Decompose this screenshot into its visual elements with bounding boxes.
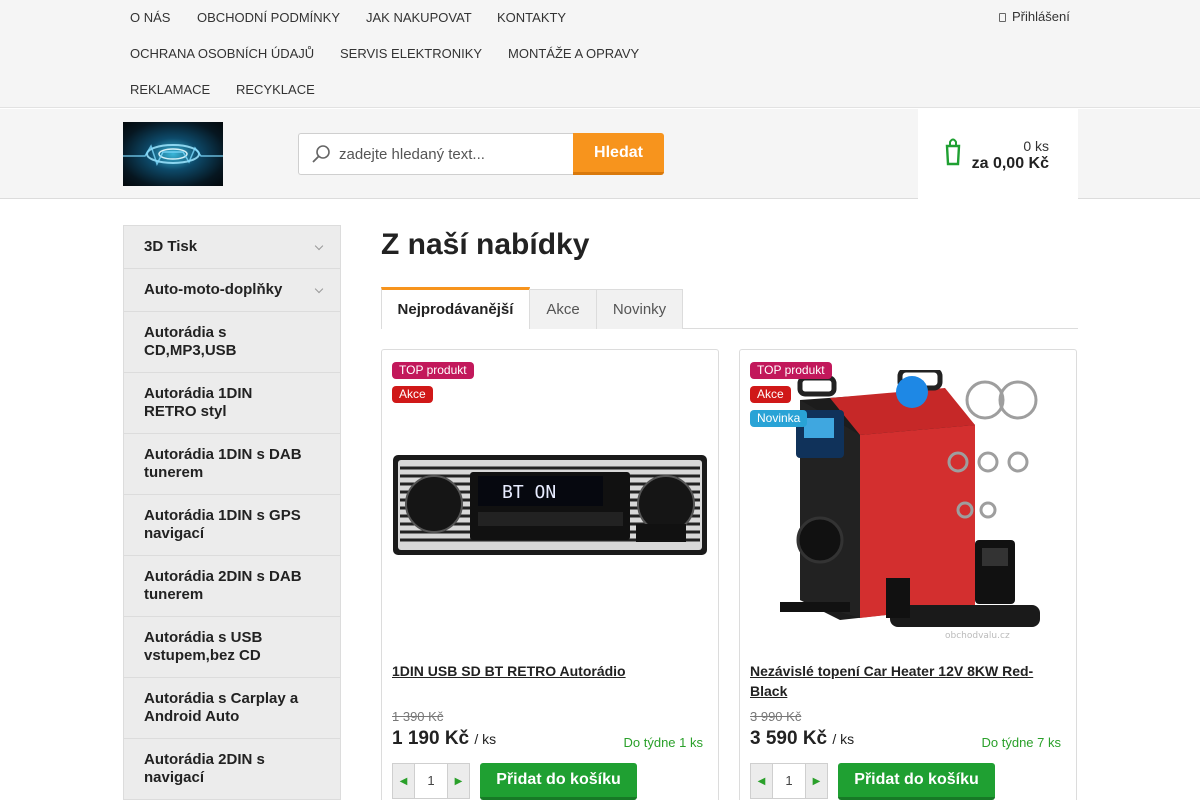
product-image[interactable]: BT ON <box>392 454 708 556</box>
category-autoradia-usb-bez-cd[interactable]: Autorádia s USB vstupem,bez CD <box>124 617 340 678</box>
nav-link-kontakty[interactable]: KONTAKTY <box>497 10 566 25</box>
category-label: 3D Tisk <box>144 238 198 255</box>
tab-akce[interactable]: Akce <box>529 289 597 329</box>
category-autoradia-2din-navigace[interactable]: Autorádia 2DIN s navigací <box>124 739 340 800</box>
nav-link-ochrana-udaju[interactable]: OCHRANA OSOBNÍCH ÚDAJŮ <box>130 46 314 61</box>
category-label: Autorádia s Carplay a Android Auto <box>144 690 299 725</box>
chevron-down-icon <box>314 241 324 251</box>
category-sidebar: 3D Tisk Auto-moto-doplňky Autorádia s CD… <box>123 225 341 800</box>
nav-link-recyklace[interactable]: RECYKLACE <box>236 82 315 97</box>
search-icon <box>312 145 330 163</box>
badge-top-produkt: TOP produkt <box>392 362 474 379</box>
badge-top-produkt: TOP produkt <box>750 362 832 379</box>
quantity-decrease-button[interactable]: ◀ <box>751 764 773 798</box>
quantity-stepper: ◀ 1 ▶ <box>750 763 828 799</box>
category-autoradia-1din-dab[interactable]: Autorádia 1DIN s DAB tunerem <box>124 434 340 495</box>
tab-nejprodavanejsi[interactable]: Nejprodávanější <box>381 287 530 329</box>
product-card: TOP produkt Akce BT ON 1DIN USB SD BT RE… <box>381 349 719 800</box>
site-logo[interactable] <box>123 122 223 186</box>
search-button[interactable]: Hledat <box>573 133 664 175</box>
logo-graphic <box>123 144 223 166</box>
quantity-input[interactable]: 1 <box>773 764 805 798</box>
quantity-increase-button[interactable]: ▶ <box>447 764 469 798</box>
cart-count: 0 ks <box>1023 138 1049 154</box>
search-form: Hledat <box>298 133 664 175</box>
quantity-stepper: ◀ 1 ▶ <box>392 763 470 799</box>
page-title: Z naší nabídky <box>381 228 590 261</box>
category-auto-moto-doplnky[interactable]: Auto-moto-doplňky <box>124 269 340 312</box>
tab-novinky[interactable]: Novinky <box>596 289 683 329</box>
nav-link-reklamace[interactable]: REKLAMACE <box>130 82 210 97</box>
category-autoradia-carplay[interactable]: Autorádia s Carplay a Android Auto <box>124 678 340 739</box>
login-link[interactable]: Přihlášení <box>999 9 1070 24</box>
old-price: 3 990 Kč <box>750 709 802 724</box>
add-to-cart-button[interactable]: Přidat do košíku <box>838 763 995 800</box>
category-label: Auto-moto-doplňky <box>144 281 283 298</box>
nav-link-montaze-opravy[interactable]: MONTÁŽE A OPRAVY <box>508 46 639 61</box>
old-price: 1 390 Kč <box>392 709 444 724</box>
badge-akce: Akce <box>392 386 433 403</box>
price: 1 190 Kč / ks <box>392 728 496 750</box>
search-input[interactable] <box>339 134 569 174</box>
chevron-down-icon <box>314 284 324 294</box>
badge-novinka: Novinka <box>750 410 808 427</box>
product-card: obchodvalu.cz TOP produkt Akce Novinka N… <box>739 349 1077 800</box>
category-autoradia-1din-retro[interactable]: Autorádia 1DIN RETRO styl <box>124 373 340 434</box>
product-tabs: Nejprodávanější Akce Novinky <box>381 287 1078 329</box>
price-value: 3 590 Kč <box>750 728 828 749</box>
nav-link-o-nas[interactable]: O NÁS <box>130 10 170 25</box>
badge-akce: Akce <box>750 386 791 403</box>
category-label: Autorádia 1DIN RETRO styl <box>144 385 253 420</box>
quantity-increase-button[interactable]: ▶ <box>805 764 827 798</box>
price: 3 590 Kč / ks <box>750 728 854 750</box>
cart-icon <box>945 138 961 166</box>
product-name-link[interactable]: Nezávislé topení Car Heater 12V 8KW Red-… <box>750 661 1060 701</box>
nav-link-jak-nakupovat[interactable]: JAK NAKUPOVAT <box>366 10 472 25</box>
site-header: Hledat 0 ks za 0,00 Kč <box>0 109 1200 199</box>
add-to-cart-button[interactable]: Přidat do košíku <box>480 763 637 800</box>
category-label: Autorádia 2DIN s DAB tunerem <box>144 568 302 603</box>
lock-icon <box>999 13 1006 22</box>
price-value: 1 190 Kč <box>392 728 470 749</box>
quantity-input[interactable]: 1 <box>415 764 447 798</box>
quantity-decrease-button[interactable]: ◀ <box>393 764 415 798</box>
cart-summary[interactable]: 0 ks za 0,00 Kč <box>918 109 1078 199</box>
nav-link-obchodni-podminky[interactable]: OBCHODNÍ PODMÍNKY <box>197 10 340 25</box>
category-autoradia-2din-dab[interactable]: Autorádia 2DIN s DAB tunerem <box>124 556 340 617</box>
stock-status: Do týdne 1 ks <box>623 735 704 750</box>
top-navigation-bar: O NÁS OBCHODNÍ PODMÍNKY JAK NAKUPOVAT KO… <box>0 0 1200 108</box>
category-label: Autorádia s CD,MP3,USB <box>144 324 237 359</box>
nav-link-servis-elektroniky[interactable]: SERVIS ELEKTRONIKY <box>340 46 482 61</box>
category-autoradia-1din-gps[interactable]: Autorádia 1DIN s GPS navigací <box>124 495 340 556</box>
stock-status: Do týdne 7 ks <box>981 735 1062 750</box>
price-unit: / ks <box>474 731 497 747</box>
product-name-link[interactable]: 1DIN USB SD BT RETRO Autorádio <box>392 661 702 681</box>
radio-display-text: BT ON <box>502 482 556 503</box>
image-watermark: obchodvalu.cz <box>945 631 1010 641</box>
category-label: Autorádia s USB vstupem,bez CD <box>144 629 263 664</box>
category-autoradia-cd-mp3-usb[interactable]: Autorádia s CD,MP3,USB <box>124 312 340 373</box>
category-label: Autorádia 1DIN s DAB tunerem <box>144 446 302 481</box>
category-3d-tisk[interactable]: 3D Tisk <box>124 226 340 269</box>
category-label: Autorádia 2DIN s navigací <box>144 751 265 786</box>
cart-total: za 0,00 Kč <box>971 155 1049 172</box>
search-box <box>298 133 574 175</box>
login-label: Přihlášení <box>1012 9 1070 24</box>
price-unit: / ks <box>832 731 855 747</box>
category-label: Autorádia 1DIN s GPS navigací <box>144 507 301 542</box>
